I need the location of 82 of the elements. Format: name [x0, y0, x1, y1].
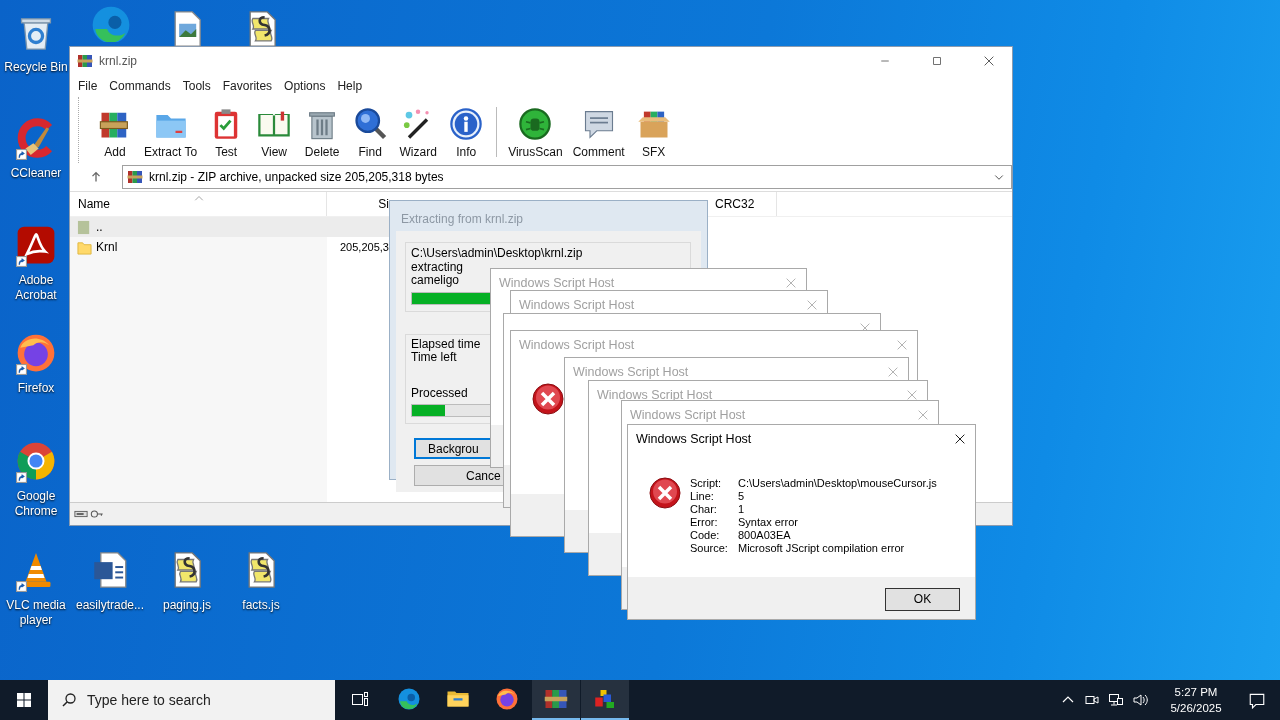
folder-icon	[77, 239, 92, 255]
detail-value: 5	[738, 490, 746, 503]
dialog-title: Windows Script Host	[519, 338, 635, 352]
up-arrow-icon[interactable]	[89, 170, 103, 184]
toolbar-button[interactable]: SFX	[629, 106, 678, 159]
toolbar-button[interactable]: VirusScan	[503, 106, 568, 159]
table-cell: ..	[96, 220, 103, 234]
edge-browser-icon	[90, 4, 132, 42]
toolbar-button[interactable]: Find	[346, 106, 395, 159]
ok-button[interactable]: OK	[885, 587, 960, 611]
detail-label: Code:	[690, 529, 721, 542]
detail-label: Source:	[690, 542, 729, 555]
menu-item[interactable]: File	[72, 79, 104, 93]
toolbar-button[interactable]: Info	[442, 106, 491, 159]
dialog-title: Windows Script Host	[573, 365, 689, 379]
status-text: C:\Users\admin\Desktop\krnl.zip	[411, 247, 583, 261]
toolbar-button[interactable]: Wizard	[394, 106, 443, 159]
archive-icon	[127, 169, 143, 185]
table-cell: Krnl	[96, 240, 118, 254]
dialog-title: Windows Script Host	[636, 432, 752, 446]
dialog-title: Windows Script Host	[630, 408, 746, 422]
notification-icon	[1248, 691, 1266, 709]
key-icon	[90, 507, 104, 521]
toolbar-button[interactable]: Delete	[298, 106, 347, 159]
close-icon	[982, 54, 996, 68]
detail-value: C:\Users\admin\Desktop\mouseCursor.js	[738, 477, 937, 490]
dialog-title: Windows Script Host	[519, 298, 635, 312]
search-icon	[61, 692, 77, 708]
toolbar-button[interactable]: Extract To	[139, 106, 203, 159]
archive-icon	[77, 53, 93, 69]
detail-value: Microsoft JScript compilation error	[738, 542, 906, 555]
toolbar-button[interactable]: View	[250, 106, 299, 159]
taskbar-button[interactable]	[532, 680, 580, 720]
toolbar-button[interactable]: Test	[202, 106, 251, 159]
edge-browser-icon	[397, 687, 421, 711]
column-header[interactable]: Name	[70, 192, 327, 216]
toolbar-button[interactable]: Add	[91, 106, 139, 159]
bug-icon	[517, 106, 554, 142]
file-row[interactable]: Krnl 205,205,3	[70, 237, 390, 257]
blocks-icon	[593, 687, 617, 711]
detail-label: Error:	[690, 516, 719, 529]
toolbar-button[interactable]: Comment	[567, 106, 630, 159]
clock[interactable]: 5:27 PM 5/26/2025	[1158, 684, 1234, 716]
window-title: krnl.zip	[99, 54, 137, 68]
info-icon	[448, 106, 485, 142]
menu-item[interactable]: Commands	[103, 79, 177, 93]
archive-icon	[544, 687, 568, 711]
search-field[interactable]: Type here to search	[48, 680, 335, 720]
pdf-reader-icon	[15, 224, 57, 266]
time-label: Elapsed time	[411, 337, 481, 351]
maximize-icon	[931, 55, 943, 67]
dialog-title: Windows Script Host	[597, 388, 713, 402]
speaker-icon	[1132, 692, 1148, 708]
windows-logo-icon	[16, 692, 32, 708]
status-text: cameligo	[411, 274, 460, 288]
detail-value: Syntax error	[738, 516, 799, 529]
chrome-icon	[15, 440, 57, 482]
close-icon[interactable]	[953, 432, 967, 446]
status-text: extracting	[411, 260, 464, 274]
address-bar[interactable]: krnl.zip - ZIP archive, unpacked size 205,205,318 bytes	[122, 165, 1012, 189]
detail-value: 1	[738, 503, 746, 516]
file-row[interactable]: ..	[70, 217, 390, 237]
processed-label: Processed	[411, 386, 468, 400]
detail-value: 800A03EA	[738, 529, 792, 542]
detail-label: Script:	[690, 477, 723, 490]
table-cell-text: 205,205,3	[339, 241, 389, 253]
menu-item[interactable]: Options	[278, 79, 332, 93]
task-view-icon	[350, 689, 370, 709]
menu-item[interactable]: Tools	[176, 79, 217, 93]
taskbar-button[interactable]	[581, 680, 629, 720]
dialog-title: Extracting from krnl.zip	[400, 211, 525, 228]
detail-label: Char:	[690, 503, 718, 516]
menu-item[interactable]: Help	[331, 79, 369, 93]
network-icon	[1108, 692, 1124, 708]
firefox-icon	[15, 332, 57, 374]
time-label: Time left	[411, 351, 457, 365]
firefox-icon	[495, 687, 519, 711]
parent-folder-icon	[77, 219, 92, 235]
detail-label: Line:	[690, 490, 715, 503]
search-icon	[352, 106, 389, 142]
menu-item[interactable]: Favorites	[216, 79, 279, 93]
dialog-title: Windows Script Host	[499, 276, 615, 290]
